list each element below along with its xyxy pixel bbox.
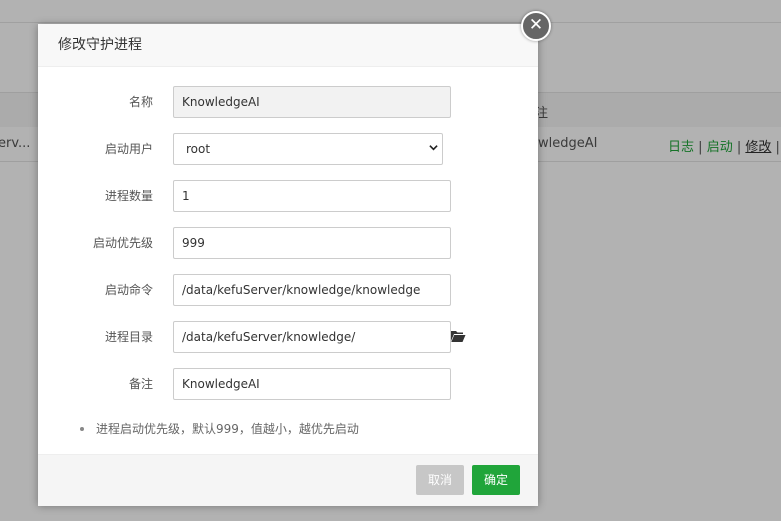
user-row: 启动用户 root: [38, 133, 538, 165]
close-icon[interactable]: ✕: [521, 11, 551, 41]
priority-tip-text: 进程启动优先级，默认999，值越小，越优先启动: [96, 422, 359, 436]
confirm-button[interactable]: 确定: [472, 465, 520, 495]
name-row: 名称 KnowledgeAI: [38, 86, 538, 118]
dialog-title: 修改守护进程: [58, 37, 142, 53]
priority-tip: 进程启动优先级，默认999，值越小，越优先启动: [80, 420, 359, 437]
command-label: 启动命令: [104, 283, 153, 297]
count-row: 进程数量 1: [38, 180, 538, 212]
process-count-input[interactable]: 1: [173, 180, 451, 212]
folder-open-icon[interactable]: [450, 329, 466, 343]
priority-row: 启动优先级 999: [38, 227, 538, 259]
command-input[interactable]: /data/kefuServer/knowledge/knowledge: [173, 274, 451, 306]
directory-row: 进程目录 /data/kefuServer/knowledge/: [38, 321, 538, 353]
command-row: 启动命令 /data/kefuServer/knowledge/knowledg…: [38, 274, 538, 306]
directory-label: 进程目录: [104, 330, 153, 344]
cancel-button[interactable]: 取消: [416, 465, 464, 495]
priority-input[interactable]: 999: [173, 227, 451, 259]
note-row: 备注 KnowledgeAI: [38, 368, 538, 400]
name-label: 名称: [128, 95, 153, 109]
note-input[interactable]: KnowledgeAI: [173, 368, 451, 400]
chevron-down-icon: [429, 145, 438, 151]
dialog-footer: 取消 确定: [38, 454, 538, 506]
dialog-header: 修改守护进程: [38, 24, 538, 67]
note-label: 备注: [128, 377, 153, 391]
priority-label: 启动优先级: [92, 236, 153, 250]
user-label: 启动用户: [104, 142, 153, 156]
user-select-value: root: [186, 142, 211, 156]
directory-input[interactable]: /data/kefuServer/knowledge/: [173, 321, 451, 353]
bullet-icon: [80, 426, 84, 431]
name-field[interactable]: KnowledgeAI: [173, 86, 451, 118]
edit-daemon-dialog: 修改守护进程 名称 KnowledgeAI 启动用户 root 进程数量 1 启…: [38, 24, 538, 506]
user-select[interactable]: root: [173, 133, 443, 165]
count-label: 进程数量: [104, 189, 153, 203]
